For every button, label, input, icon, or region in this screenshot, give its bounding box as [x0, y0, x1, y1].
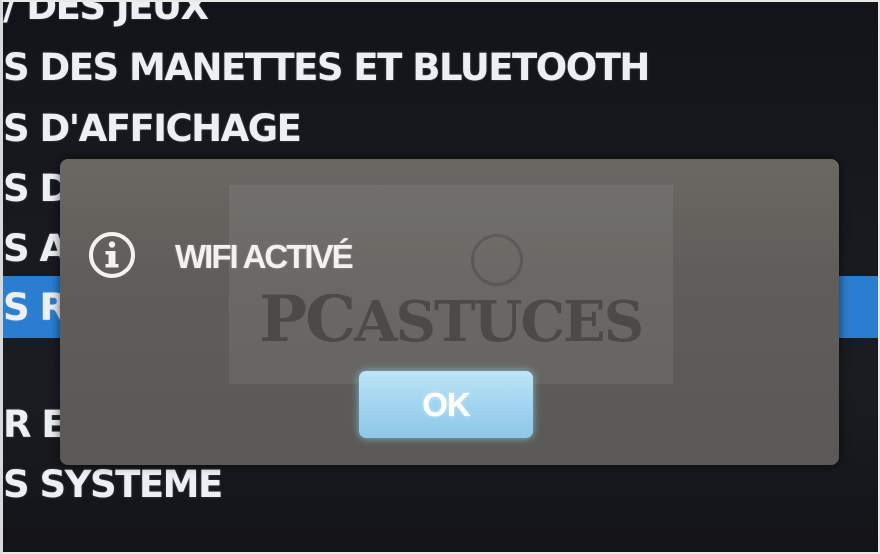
menu-item-partial-a[interactable]: S A	[3, 227, 68, 270]
menu-item-prefix: S	[3, 286, 40, 329]
menu-item-system[interactable]: S SYSTEME	[3, 463, 223, 506]
menu-item-display[interactable]: S D'AFFICHAGE	[3, 107, 302, 150]
menu-item-prefix: S	[3, 167, 40, 210]
ok-button[interactable]: OK	[359, 371, 533, 438]
menu-item-prefix: R	[3, 403, 42, 446]
menu-item-prefix: /	[3, 0, 27, 28]
menu-item-network-selected[interactable]: S R	[3, 286, 68, 329]
menu-item-partial-d[interactable]: S D	[3, 167, 70, 210]
menu-item-prefix: S	[3, 107, 40, 150]
menu-item-controllers-bluetooth[interactable]: S DES MANETTES ET BLUETOOTH	[3, 46, 650, 89]
menu-item-games[interactable]: / DES JEUX	[3, 0, 209, 28]
screen-photo: / DES JEUX S DES MANETTES ET BLUETOOTH S…	[0, 0, 880, 554]
watermark-logo: PCASTUCES	[259, 282, 644, 357]
menu-item-prefix: S	[3, 227, 40, 270]
menu-item-prefix: S	[3, 463, 40, 506]
info-icon	[89, 232, 135, 278]
dialog-title: WIFI ACTIVÉ	[175, 238, 354, 275]
menu-item-prefix: S	[3, 46, 40, 89]
menu-item-partial-e[interactable]: R E	[3, 403, 67, 446]
watermark-sun-icon	[471, 234, 523, 286]
